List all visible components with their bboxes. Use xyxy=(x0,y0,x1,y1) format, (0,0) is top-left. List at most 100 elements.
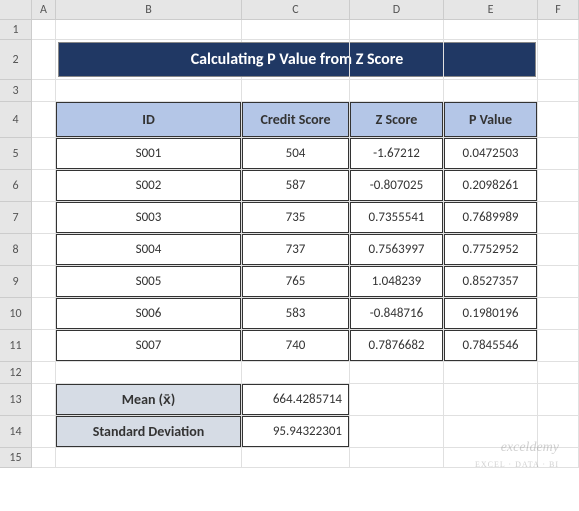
cell-A3[interactable] xyxy=(32,80,56,102)
cell-F13[interactable] xyxy=(538,384,579,416)
cell-C5[interactable]: 504 xyxy=(242,138,350,170)
cell-C4[interactable]: Credit Score xyxy=(242,102,350,138)
cell-A1[interactable] xyxy=(32,20,56,40)
select-all-corner[interactable] xyxy=(0,0,32,20)
cell-F3[interactable] xyxy=(538,80,579,102)
cell-A15[interactable] xyxy=(32,448,56,468)
col-header-B[interactable]: B xyxy=(56,0,242,19)
cell-A4[interactable] xyxy=(32,102,56,138)
cell-E9[interactable]: 0.8527357 xyxy=(444,266,538,298)
cell-B13[interactable]: Mean (x̄) xyxy=(56,384,242,416)
cell-F2[interactable] xyxy=(538,40,579,80)
cell-B10[interactable]: S006 xyxy=(56,298,242,330)
cell-B6[interactable]: S002 xyxy=(56,170,242,202)
cell-D5[interactable]: -1.67212 xyxy=(350,138,444,170)
row-header-15[interactable]: 15 xyxy=(0,448,32,468)
cell-E3[interactable] xyxy=(444,80,538,102)
cell-D8[interactable]: 0.7563997 xyxy=(350,234,444,266)
cell-D4[interactable]: Z Score xyxy=(350,102,444,138)
cell-F4[interactable] xyxy=(538,102,579,138)
cell-C14[interactable]: 95.94322301 xyxy=(242,416,350,448)
cell-F8[interactable] xyxy=(538,234,579,266)
cell-E7[interactable]: 0.7689989 xyxy=(444,202,538,234)
cell-E11[interactable]: 0.7845546 xyxy=(444,330,538,362)
cell-B7[interactable]: S003 xyxy=(56,202,242,234)
cell-F9[interactable] xyxy=(538,266,579,298)
cell-B11[interactable]: S007 xyxy=(56,330,242,362)
cell-C8[interactable]: 737 xyxy=(242,234,350,266)
cell-F5[interactable] xyxy=(538,138,579,170)
row-header-12[interactable]: 12 xyxy=(0,362,32,384)
cell-D3[interactable] xyxy=(350,80,444,102)
cell-A2[interactable] xyxy=(32,40,56,80)
cell-E6[interactable]: 0.2098261 xyxy=(444,170,538,202)
cell-B4[interactable]: ID xyxy=(56,102,242,138)
cell-E15[interactable] xyxy=(444,448,538,468)
cell-E8[interactable]: 0.7752952 xyxy=(444,234,538,266)
col-header-C[interactable]: C xyxy=(242,0,350,19)
cell-C12[interactable] xyxy=(242,362,350,384)
cell-C7[interactable]: 735 xyxy=(242,202,350,234)
cell-D2[interactable] xyxy=(350,40,444,80)
cell-F10[interactable] xyxy=(538,298,579,330)
cell-C6[interactable]: 587 xyxy=(242,170,350,202)
cell-C10[interactable]: 583 xyxy=(242,298,350,330)
cell-F6[interactable] xyxy=(538,170,579,202)
cell-A7[interactable] xyxy=(32,202,56,234)
cell-D13[interactable] xyxy=(350,384,444,416)
cell-A5[interactable] xyxy=(32,138,56,170)
row-header-1[interactable]: 1 xyxy=(0,20,32,40)
cell-D15[interactable] xyxy=(350,448,444,468)
cell-A9[interactable] xyxy=(32,266,56,298)
row-header-8[interactable]: 8 xyxy=(0,234,32,266)
cell-A13[interactable] xyxy=(32,384,56,416)
row-header-5[interactable]: 5 xyxy=(0,138,32,170)
row-header-6[interactable]: 6 xyxy=(0,170,32,202)
cell-F12[interactable] xyxy=(538,362,579,384)
row-header-10[interactable]: 10 xyxy=(0,298,32,330)
cell-C11[interactable]: 740 xyxy=(242,330,350,362)
cell-C9[interactable]: 765 xyxy=(242,266,350,298)
col-header-A[interactable]: A xyxy=(32,0,56,19)
cell-B14[interactable]: Standard Deviation xyxy=(56,416,242,448)
cell-D7[interactable]: 0.7355541 xyxy=(350,202,444,234)
cell-D10[interactable]: -0.848716 xyxy=(350,298,444,330)
cell-C1[interactable] xyxy=(242,20,350,40)
row-header-7[interactable]: 7 xyxy=(0,202,32,234)
cell-A14[interactable] xyxy=(32,416,56,448)
cell-E4[interactable]: P Value xyxy=(444,102,538,138)
cell-D11[interactable]: 0.7876682 xyxy=(350,330,444,362)
row-header-4[interactable]: 4 xyxy=(0,102,32,138)
cell-C3[interactable] xyxy=(242,80,350,102)
cell-D6[interactable]: -0.807025 xyxy=(350,170,444,202)
cell-B5[interactable]: S001 xyxy=(56,138,242,170)
cell-E2[interactable] xyxy=(444,40,538,80)
cell-A8[interactable] xyxy=(32,234,56,266)
cell-F11[interactable] xyxy=(538,330,579,362)
cell-B3[interactable] xyxy=(56,80,242,102)
cell-F7[interactable] xyxy=(538,202,579,234)
row-header-11[interactable]: 11 xyxy=(0,330,32,362)
col-header-F[interactable]: F xyxy=(538,0,579,19)
cell-B8[interactable]: S004 xyxy=(56,234,242,266)
cell-A10[interactable] xyxy=(32,298,56,330)
cell-B9[interactable]: S005 xyxy=(56,266,242,298)
cell-A11[interactable] xyxy=(32,330,56,362)
cell-B2[interactable]: Calculating P Value from Z Score xyxy=(56,40,242,80)
cell-F14[interactable] xyxy=(538,416,579,448)
cell-D1[interactable] xyxy=(350,20,444,40)
cell-E12[interactable] xyxy=(444,362,538,384)
cell-B12[interactable] xyxy=(56,362,242,384)
cell-C2[interactable] xyxy=(242,40,350,80)
cell-E10[interactable]: 0.1980196 xyxy=(444,298,538,330)
cell-C13[interactable]: 664.4285714 xyxy=(242,384,350,416)
col-header-D[interactable]: D xyxy=(350,0,444,19)
cell-F15[interactable] xyxy=(538,448,579,468)
row-header-2[interactable]: 2 xyxy=(0,40,32,80)
cell-D12[interactable] xyxy=(350,362,444,384)
cell-A6[interactable] xyxy=(32,170,56,202)
row-header-3[interactable]: 3 xyxy=(0,80,32,102)
cell-D14[interactable] xyxy=(350,416,444,448)
cell-D9[interactable]: 1.048239 xyxy=(350,266,444,298)
row-header-14[interactable]: 14 xyxy=(0,416,32,448)
